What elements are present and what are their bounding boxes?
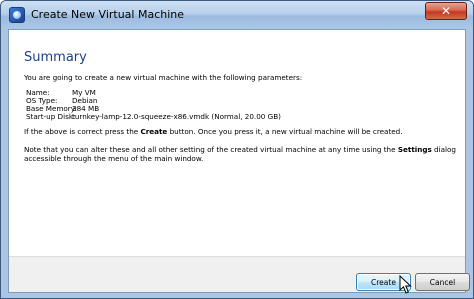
note-text: button. Once you press it, a new virtual… (167, 127, 403, 136)
mouse-pointer-icon (399, 275, 412, 294)
confirm-instructions: If the above is correct press the Create… (24, 127, 403, 136)
param-row-startup-disk: Start-up Disk:turnkey-lamp-12.0-squeeze-… (26, 112, 281, 121)
dialog-body: Summary You are going to create a new vi… (8, 29, 470, 293)
intro-text: You are going to create a new virtual ma… (24, 73, 303, 82)
cancel-button[interactable]: Cancel (415, 273, 470, 291)
title-bar[interactable]: Create New Virtual Machine ✕ (1, 1, 473, 29)
note-text: If the above is correct press the (24, 127, 141, 136)
page-title: Summary (24, 50, 87, 65)
note-text: Note that you can alter these and all ot… (24, 145, 398, 154)
footer-divider (9, 256, 465, 257)
create-keyword: Create (140, 127, 168, 136)
param-label: Start-up Disk: (26, 112, 76, 121)
param-value: turnkey-lamp-12.0-squeeze-x86.vmdk (Norm… (72, 112, 281, 121)
settings-keyword: Settings (397, 145, 432, 154)
window-title: Create New Virtual Machine (31, 8, 185, 21)
close-button[interactable]: ✕ (425, 2, 467, 20)
dialog-window: Create New Virtual Machine ✕ Summary You… (0, 0, 474, 299)
summary-panel: Summary You are going to create a new vi… (9, 30, 465, 256)
settings-note: Note that you can alter these and all ot… (24, 145, 459, 164)
close-icon: ✕ (440, 4, 452, 18)
virtualbox-app-icon (9, 7, 25, 23)
